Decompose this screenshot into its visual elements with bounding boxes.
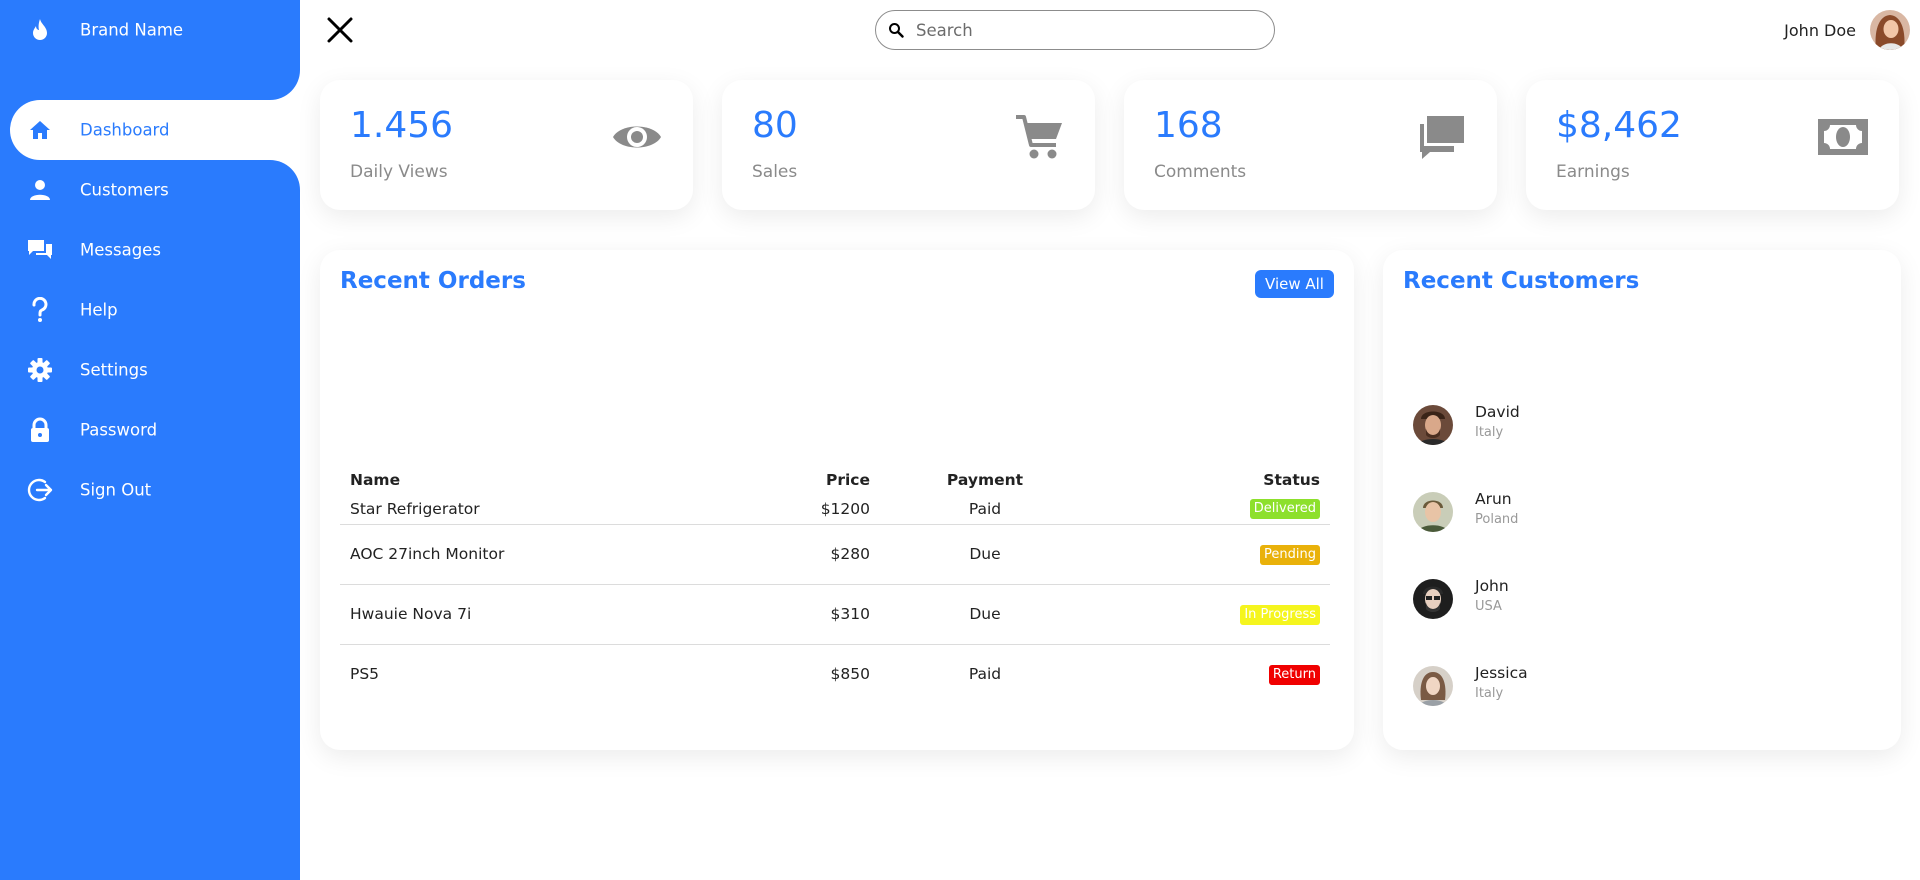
stat-label: Daily Views [350,162,448,182]
table-row[interactable]: AOC 27inch Monitor $280 Due Pending [340,524,1330,584]
avatar [1413,666,1453,706]
search-input[interactable] [916,20,1256,40]
stat-label: Earnings [1556,162,1630,182]
customer-country: Poland [1475,512,1519,527]
close-icon[interactable] [324,14,356,46]
sidebar-menu: Dashboard Customers Messages Help Settin… [0,100,300,520]
sidebar-item-label: Dashboard [80,120,170,140]
sidebar: Brand Name Dashboard Customers Messages [0,0,300,880]
stat-card-earnings[interactable]: $8,462 Earnings [1526,80,1899,210]
user-name: John Doe [1784,20,1856,40]
status-badge: Pending [1260,544,1320,565]
order-payment: Paid [968,499,1002,518]
list-item[interactable]: Arun Poland [1413,482,1873,542]
user-menu: John Doe [1784,10,1910,50]
stat-value: 168 [1154,105,1223,146]
stat-card-daily-views[interactable]: 1.456 Daily Views [320,80,693,210]
column-header-status: Status [1263,471,1320,489]
customer-name: John [1475,577,1509,595]
sidebar-item-messages[interactable]: Messages [0,220,300,280]
sidebar-item-label: Messages [80,240,161,260]
stat-cards: 1.456 Daily Views 80 Sales 168 Comments … [320,80,1900,210]
sidebar-item-settings[interactable]: Settings [0,340,300,400]
sidebar-item-customers[interactable]: Customers [0,160,300,220]
person-icon [26,176,54,204]
stat-value: $8,462 [1556,105,1682,146]
sidebar-item-label: Password [80,420,158,440]
panel-title: Recent Customers [1403,268,1640,294]
customer-country: USA [1475,599,1502,614]
list-item[interactable]: David Italy [1413,395,1873,455]
customer-name: David [1475,403,1520,421]
recent-customers-panel: Recent Customers David Italy Arun Poland… [1383,250,1901,750]
order-name: AOC 27inch Monitor [350,545,505,563]
list-item[interactable]: John USA [1413,569,1873,629]
status-badge: Delivered [1249,499,1320,520]
order-payment: Due [969,605,1001,623]
eye-icon [609,112,665,162]
column-header-name: Name [350,471,401,489]
home-icon [26,116,54,144]
stat-card-sales[interactable]: 80 Sales [722,80,1095,210]
order-payment: Due [969,545,1001,563]
avatar [1413,579,1453,619]
sidebar-item-dashboard[interactable]: Dashboard [10,100,300,160]
table-row[interactable]: PS5 $850 Paid Return [340,644,1330,704]
table-header-row: Name Price Payment Status [340,462,1330,494]
order-price: $310 [830,605,870,623]
status-badge: Return [1268,664,1320,685]
lock-icon [26,416,54,444]
order-name: Star Refrigerator [350,499,480,518]
column-header-price: Price [825,471,870,489]
recent-orders-panel: Recent Orders View All Name Price Paymen… [320,250,1354,750]
customer-name: Arun [1475,490,1512,508]
panel-title: Recent Orders [340,268,526,294]
brand-name: Brand Name [80,20,184,40]
logout-icon [26,476,54,504]
stat-card-comments[interactable]: 168 Comments [1124,80,1497,210]
sidebar-item-label: Sign Out [80,480,152,500]
order-payment: Paid [968,665,1002,684]
topbar: John Doe [300,0,1920,60]
sidebar-item-label: Customers [80,180,169,200]
sidebar-item-help[interactable]: Help [0,280,300,340]
sidebar-item-label: Help [80,300,118,320]
search-bar [875,10,1275,50]
view-all-button[interactable]: View All [1255,270,1334,298]
table-row[interactable]: Star Refrigerator $1200 Paid Delivered [340,494,1330,524]
order-price: $1200 [820,499,870,518]
search-icon [888,21,906,39]
sidebar-item-password[interactable]: Password [0,400,300,460]
order-price: $280 [830,545,870,563]
customer-name: Jessica [1475,664,1528,682]
stat-label: Comments [1154,162,1247,182]
active-notch-top [240,40,300,100]
table-row[interactable]: Hwauie Nova 7i $310 Due In Progress [340,584,1330,644]
order-name: PS5 [350,665,380,684]
cash-icon [1815,112,1871,162]
order-price: $850 [830,665,870,684]
avatar [1413,492,1453,532]
sidebar-item-label: Settings [80,360,148,380]
status-badge: In Progress [1240,604,1320,625]
order-name: Hwauie Nova 7i [350,605,472,623]
comments-icon [1413,112,1469,162]
stat-value: 80 [752,105,798,146]
chat-icon [26,236,54,264]
cart-icon [1011,112,1067,162]
customer-country: Italy [1475,425,1504,440]
gear-icon [26,356,54,384]
orders-table: Name Price Payment Status Star Refrigera… [340,462,1330,704]
flame-icon [26,16,54,44]
column-header-payment: Payment [946,471,1024,489]
stat-value: 1.456 [350,105,454,146]
avatar [1413,405,1453,445]
list-item[interactable]: Jessica Italy [1413,656,1873,716]
sidebar-item-sign-out[interactable]: Sign Out [0,460,300,520]
avatar[interactable] [1870,10,1910,50]
stat-label: Sales [752,162,798,182]
customer-country: Italy [1475,686,1504,701]
question-icon [26,296,54,324]
